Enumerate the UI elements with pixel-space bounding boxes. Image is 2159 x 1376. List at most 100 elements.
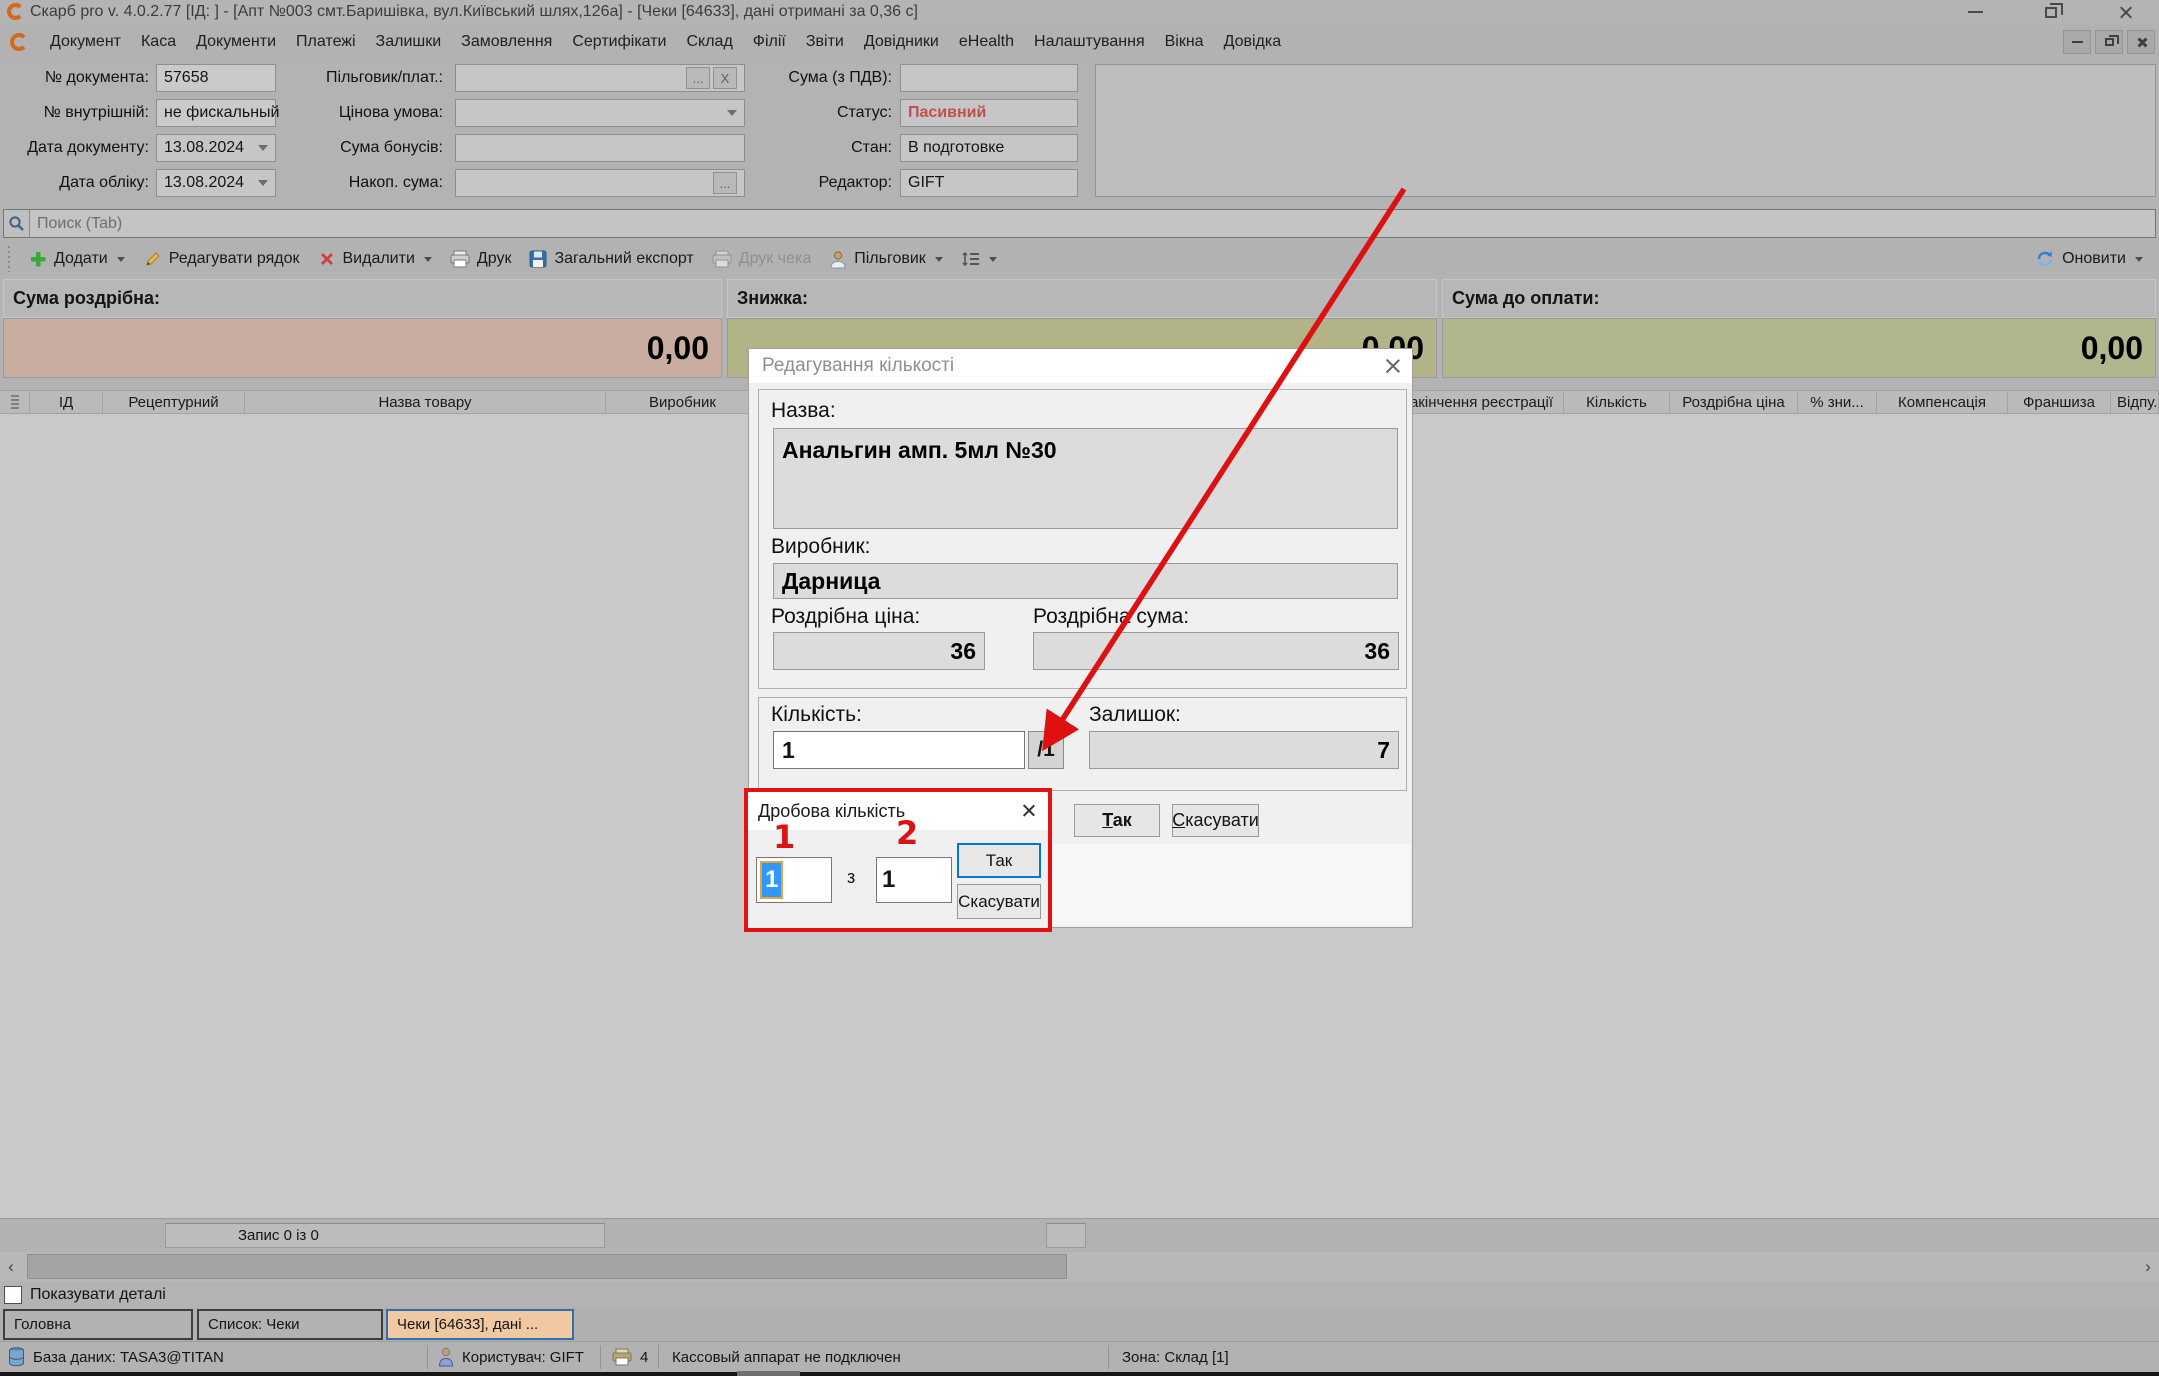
close-icon	[2118, 5, 2133, 20]
window-title: Скарб pro v. 4.0.2.77 [ІД: ] - [Апт №003…	[30, 3, 918, 21]
column-quantity[interactable]: Кількість	[1564, 391, 1670, 413]
toolbar-grip-handle[interactable]	[6, 246, 12, 272]
edit-row-button[interactable]: Редагувати рядок	[134, 250, 309, 269]
doc-date-label: Дата документу:	[0, 134, 149, 162]
horizontal-scrollbar[interactable]: ‹ ›	[0, 1252, 2159, 1281]
title-bar: Скарб pro v. 4.0.2.77 [ІД: ] - [Апт №003…	[0, 0, 2159, 24]
menu-warehouse[interactable]: Склад	[676, 27, 742, 57]
fraction-of-label: з	[847, 867, 855, 888]
minimize-icon	[2072, 41, 2083, 43]
statusbar-cash-register: Кассовый аппарат не подключен	[672, 1342, 901, 1372]
menu-directories[interactable]: Довідники	[854, 27, 949, 57]
row-selector-column-header[interactable]	[0, 391, 30, 413]
menu-bar: Документ Каса Документи Платежі Залишки …	[0, 24, 2159, 60]
add-button[interactable]: Додати	[20, 250, 134, 268]
denominator-input[interactable]: 1	[876, 857, 952, 903]
tab-list-receipts[interactable]: Список: Чеки	[197, 1309, 383, 1340]
restore-icon	[2105, 38, 2114, 46]
close-button[interactable]	[2108, 2, 2142, 22]
accum-sum-label: Накоп. сума:	[240, 169, 443, 197]
numerator-selected-text: 1	[762, 863, 781, 897]
statusbar-database: База даних: TASA3@TITAN	[8, 1342, 224, 1372]
menu-certificates[interactable]: Сертифікати	[562, 27, 676, 57]
menu-ehealth[interactable]: eHealth	[949, 27, 1024, 57]
numerator-input[interactable]: 1	[756, 857, 832, 903]
retail-price-label: Роздрібна ціна:	[771, 605, 920, 629]
refresh-icon	[2035, 249, 2055, 269]
row-height-button[interactable]	[952, 251, 1006, 267]
dialog-title-bar[interactable]: Редагування кількості	[749, 349, 1412, 383]
restore-button[interactable]	[2034, 2, 2068, 22]
printer-icon	[612, 1348, 632, 1366]
print-button[interactable]: Друк	[441, 250, 521, 268]
export-floppy-icon	[529, 250, 547, 268]
scroll-left-arrow[interactable]: ‹	[0, 1252, 22, 1281]
payable-sum-value: 0,00	[1442, 318, 2156, 378]
column-discount-pct[interactable]: % зни...	[1798, 391, 1877, 413]
menu-stock[interactable]: Залишки	[366, 27, 452, 57]
ok-button[interactable]: Так	[1074, 804, 1160, 837]
refresh-button[interactable]: Оновити	[2035, 249, 2143, 269]
notes-panel	[1095, 64, 2156, 197]
tab-main[interactable]: Головна	[3, 1309, 193, 1340]
minimize-icon	[1968, 11, 1983, 13]
scroll-right-arrow[interactable]: ›	[2137, 1252, 2159, 1281]
state-field: В подготовке	[900, 134, 1078, 162]
menu-documents[interactable]: Документи	[186, 27, 286, 57]
bottom-strip	[0, 1372, 2159, 1376]
menu-branches[interactable]: Філії	[743, 27, 796, 57]
column-retail-price[interactable]: Роздрібна ціна	[1670, 391, 1798, 413]
quantity-input[interactable]: 1	[773, 731, 1025, 769]
menu-help[interactable]: Довідка	[1214, 27, 1292, 57]
menu-payments[interactable]: Платежі	[286, 27, 366, 57]
mdi-minimize-button[interactable]	[2063, 30, 2091, 54]
column-prescription[interactable]: Рецептурний	[103, 391, 245, 413]
statusbar-printer-count: 4	[612, 1342, 648, 1372]
chevron-down-icon	[2135, 257, 2143, 262]
fraction-close-icon[interactable]	[1021, 803, 1036, 818]
taskbar-peek	[737, 1371, 800, 1376]
mdi-close-button[interactable]	[2127, 30, 2155, 54]
menu-settings[interactable]: Налаштування	[1024, 27, 1155, 57]
fraction-toggle-button[interactable]: /1	[1028, 731, 1064, 769]
column-id[interactable]: ІД	[30, 391, 103, 413]
menu-windows[interactable]: Вікна	[1155, 27, 1214, 57]
menu-kasa[interactable]: Каса	[131, 27, 186, 57]
dialog-close-icon[interactable]	[1384, 357, 1402, 375]
search-button[interactable]	[4, 210, 30, 237]
statusbar-divider	[1108, 1345, 1109, 1369]
fraction-cancel-button[interactable]: Скасувати	[957, 884, 1041, 919]
fraction-ok-button[interactable]: Так	[957, 843, 1041, 878]
column-product-name[interactable]: Назва товару	[245, 391, 606, 413]
app-logo-icon-small	[10, 33, 28, 51]
details-checkbox[interactable]	[4, 1286, 22, 1304]
print-receipt-button[interactable]: Друк чека	[703, 250, 820, 268]
minimize-button[interactable]	[1958, 2, 1992, 22]
column-dispense[interactable]: Відпу...	[2111, 391, 2159, 413]
menu-orders[interactable]: Замовлення	[451, 27, 562, 57]
menu-reports[interactable]: Звіти	[796, 27, 854, 57]
app-window: Скарб pro v. 4.0.2.77 [ІД: ] - [Апт №003…	[0, 0, 2159, 1376]
printer-icon	[712, 250, 732, 268]
price-condition-label: Цінова умова:	[240, 99, 443, 127]
search-input[interactable]: Поиск (Tab)	[37, 215, 122, 233]
search-bar[interactable]: Поиск (Tab)	[3, 209, 2156, 238]
column-manufacturer[interactable]: Виробник	[606, 391, 760, 413]
tab-receipts-active[interactable]: Чеки [64633], дані ...	[386, 1309, 574, 1340]
printer-icon	[450, 250, 470, 268]
discount-header: Знижка:	[727, 279, 1437, 318]
delete-button[interactable]: Видалити	[309, 250, 441, 268]
status-value: Пасивний	[908, 104, 986, 122]
menu-document[interactable]: Документ	[40, 27, 131, 57]
beneficiary-button[interactable]: Пільговик	[820, 250, 952, 269]
cancel-button[interactable]: Скасувати	[1172, 804, 1259, 837]
list-lines-icon	[961, 251, 980, 267]
mdi-window-controls	[2063, 30, 2155, 54]
export-button[interactable]: Загальний експорт	[520, 250, 702, 268]
scrollbar-thumb[interactable]	[27, 1254, 1067, 1279]
mdi-restore-button[interactable]	[2095, 30, 2123, 54]
column-franchise[interactable]: Франшиза	[2008, 391, 2111, 413]
vat-sum-field[interactable]	[900, 64, 1078, 92]
quantity-label: Кількість:	[771, 703, 862, 727]
column-compensation[interactable]: Компенсація	[1877, 391, 2008, 413]
